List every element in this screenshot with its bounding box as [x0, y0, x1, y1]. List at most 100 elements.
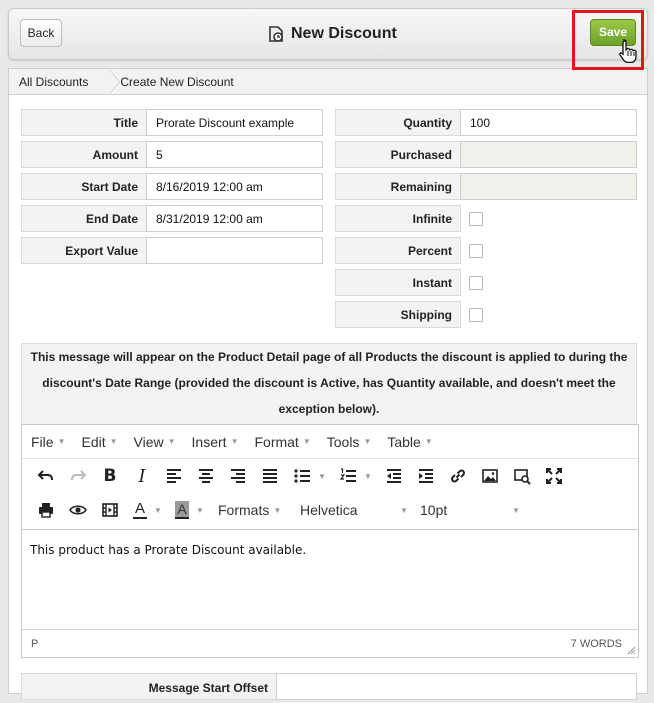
- start-date-input[interactable]: 8/16/2019 12:00 am: [146, 173, 323, 200]
- menu-format[interactable]: Format ▼: [254, 434, 310, 450]
- purchased-field: [460, 141, 637, 168]
- justify-icon[interactable]: [254, 461, 286, 491]
- top-header: Back New Discount: [8, 8, 648, 60]
- back-button[interactable]: Back: [20, 19, 62, 47]
- indent-icon[interactable]: [410, 461, 442, 491]
- undo-icon[interactable]: [30, 461, 62, 491]
- amount-input[interactable]: 5: [146, 141, 323, 168]
- font-family-value: Helvetica: [300, 502, 358, 518]
- italic-icon[interactable]: I: [126, 461, 158, 491]
- resize-handle-icon[interactable]: [626, 645, 636, 655]
- breadcrumb-all-discounts[interactable]: All Discounts: [9, 75, 110, 89]
- word-count: 7 WORDS: [570, 637, 622, 650]
- menu-insert[interactable]: Insert ▼: [192, 434, 239, 450]
- percent-checkbox[interactable]: [469, 243, 483, 258]
- formats-label: Formats: [218, 502, 270, 518]
- export-value-label: Export Value: [21, 237, 147, 264]
- content-panel: Title Prorate Discount example Amount 5 …: [8, 94, 648, 700]
- chevron-down-icon: ▼: [302, 437, 311, 446]
- font-size-dropdown[interactable]: 10pt ▼: [420, 502, 530, 518]
- editor-content-text: This product has a Prorate Discount avai…: [30, 543, 307, 557]
- message-start-offset-label: Message Start Offset: [21, 673, 277, 700]
- chevron-down-icon[interactable]: ▼: [364, 472, 378, 481]
- menu-view-label: View: [133, 433, 164, 450]
- chevron-down-icon[interactable]: ▼: [318, 472, 332, 481]
- title-row: Title Prorate Discount example: [21, 109, 323, 136]
- infinite-cell: [461, 205, 483, 232]
- print-icon[interactable]: [30, 495, 62, 525]
- font-size-value: 10pt: [420, 502, 448, 518]
- numbered-list-icon[interactable]: [332, 461, 364, 491]
- redo-icon[interactable]: [62, 461, 94, 491]
- align-left-icon[interactable]: [158, 461, 190, 491]
- page-title: New Discount: [291, 25, 397, 42]
- remaining-label: Remaining: [335, 173, 461, 200]
- image-icon[interactable]: [474, 461, 506, 491]
- instant-checkbox[interactable]: [469, 275, 483, 290]
- end-date-label: End Date: [21, 205, 147, 232]
- menu-table[interactable]: Table ▼: [387, 434, 432, 450]
- message-start-offset-row: Message Start Offset: [21, 673, 637, 703]
- editor-toolbar-row-1: B I ▼ ▼: [22, 459, 638, 493]
- quantity-row: Quantity 100: [335, 109, 637, 136]
- font-family-dropdown[interactable]: Helvetica ▼: [300, 502, 420, 518]
- shipping-row: Shipping: [335, 301, 483, 328]
- chevron-down-icon[interactable]: ▼: [196, 506, 210, 515]
- chevron-down-icon: ▼: [167, 437, 176, 446]
- message-start-offset-input[interactable]: [276, 673, 637, 700]
- chevron-down-icon[interactable]: ▼: [154, 506, 168, 515]
- editor-statusbar: P 7 WORDS: [22, 629, 638, 657]
- outdent-icon[interactable]: [378, 461, 410, 491]
- menu-file[interactable]: File ▼: [31, 434, 65, 450]
- rich-text-editor: File ▼ Edit ▼ View ▼ Insert ▼ Format ▼ Tools ▼…: [21, 424, 639, 658]
- menu-edit[interactable]: Edit ▼: [81, 434, 117, 450]
- background-color-icon[interactable]: A: [168, 495, 196, 525]
- instant-cell: [461, 269, 483, 296]
- discount-tag-icon: [269, 26, 283, 42]
- menu-format-label: Format: [254, 433, 299, 450]
- percent-label: Percent: [335, 237, 461, 264]
- fullscreen-icon[interactable]: [538, 461, 570, 491]
- preview-icon[interactable]: [62, 495, 94, 525]
- title-input[interactable]: Prorate Discount example: [146, 109, 323, 136]
- page-title-group: New Discount: [267, 23, 397, 45]
- end-date-input[interactable]: 8/31/2019 12:00 am: [146, 205, 323, 232]
- end-date-row: End Date 8/31/2019 12:00 am: [21, 205, 323, 232]
- breadcrumb-current: Create New Discount: [120, 74, 234, 89]
- menu-view[interactable]: View ▼: [134, 434, 176, 450]
- menu-file-label: File: [31, 433, 54, 450]
- align-center-icon[interactable]: [190, 461, 222, 491]
- remaining-field: [460, 173, 637, 200]
- chevron-down-icon: ▼: [273, 505, 282, 515]
- quantity-input[interactable]: 100: [460, 109, 637, 136]
- media-icon[interactable]: [506, 461, 538, 491]
- hand-cursor-icon: [619, 39, 637, 64]
- message-notice: This message will appear on the Product …: [21, 343, 637, 427]
- link-icon[interactable]: [442, 461, 474, 491]
- chevron-down-icon: ▼: [512, 505, 520, 515]
- editor-toolbar-row-2: A ▼ A ▼ Formats ▼ Helvetica ▼ 10pt ▼: [22, 493, 638, 527]
- chevron-down-icon: ▼: [424, 437, 433, 446]
- percent-row: Percent: [335, 237, 483, 264]
- menu-tools[interactable]: Tools ▼: [327, 434, 372, 450]
- start-date-row: Start Date 8/16/2019 12:00 am: [21, 173, 323, 200]
- editor-content-area[interactable]: This product has a Prorate Discount avai…: [22, 529, 638, 629]
- export-value-row: Export Value: [21, 237, 323, 264]
- quantity-label: Quantity: [335, 109, 461, 136]
- instant-row: Instant: [335, 269, 483, 296]
- video-icon[interactable]: [94, 495, 126, 525]
- chevron-down-icon: ▼: [109, 437, 118, 446]
- purchased-label: Purchased: [335, 141, 461, 168]
- shipping-checkbox[interactable]: [469, 307, 483, 322]
- formats-dropdown[interactable]: Formats ▼: [218, 502, 300, 518]
- text-color-icon[interactable]: A: [126, 495, 154, 525]
- bullet-list-icon[interactable]: [286, 461, 318, 491]
- menu-tools-label: Tools: [326, 433, 360, 450]
- element-path[interactable]: P: [31, 638, 38, 650]
- percent-cell: [461, 237, 483, 264]
- infinite-checkbox[interactable]: [469, 211, 483, 226]
- align-right-icon[interactable]: [222, 461, 254, 491]
- amount-label: Amount: [21, 141, 147, 168]
- export-value-input[interactable]: [146, 237, 323, 264]
- bold-icon[interactable]: B: [94, 461, 126, 491]
